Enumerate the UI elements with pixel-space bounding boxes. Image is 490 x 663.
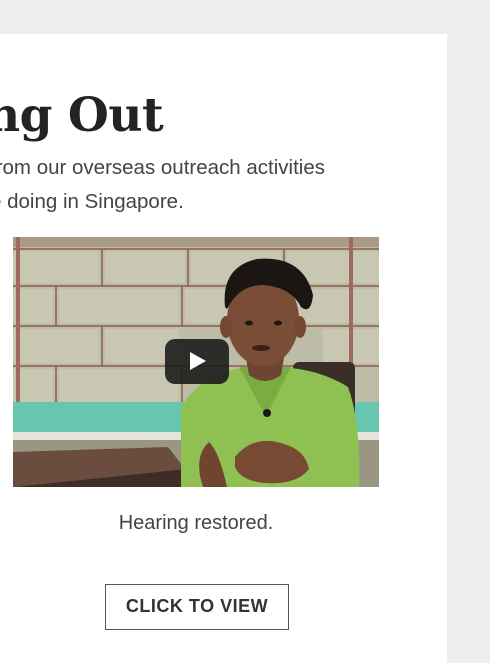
play-icon [190,352,206,370]
play-button[interactable] [165,339,229,384]
content-card: ng Out from our overseas outreach activi… [0,34,447,663]
click-to-view-button[interactable]: CLICK TO VIEW [105,584,289,630]
video-player[interactable] [13,237,379,487]
section-title: ng Out [0,88,164,143]
page: ng Out from our overseas outreach activi… [0,0,490,663]
description-line: from our overseas outreach activities [0,156,325,179]
description-line: e doing in Singapore. [0,190,184,213]
section-description: from our overseas outreach activities e … [0,151,440,219]
video-caption: Hearing restored. [118,512,274,534]
